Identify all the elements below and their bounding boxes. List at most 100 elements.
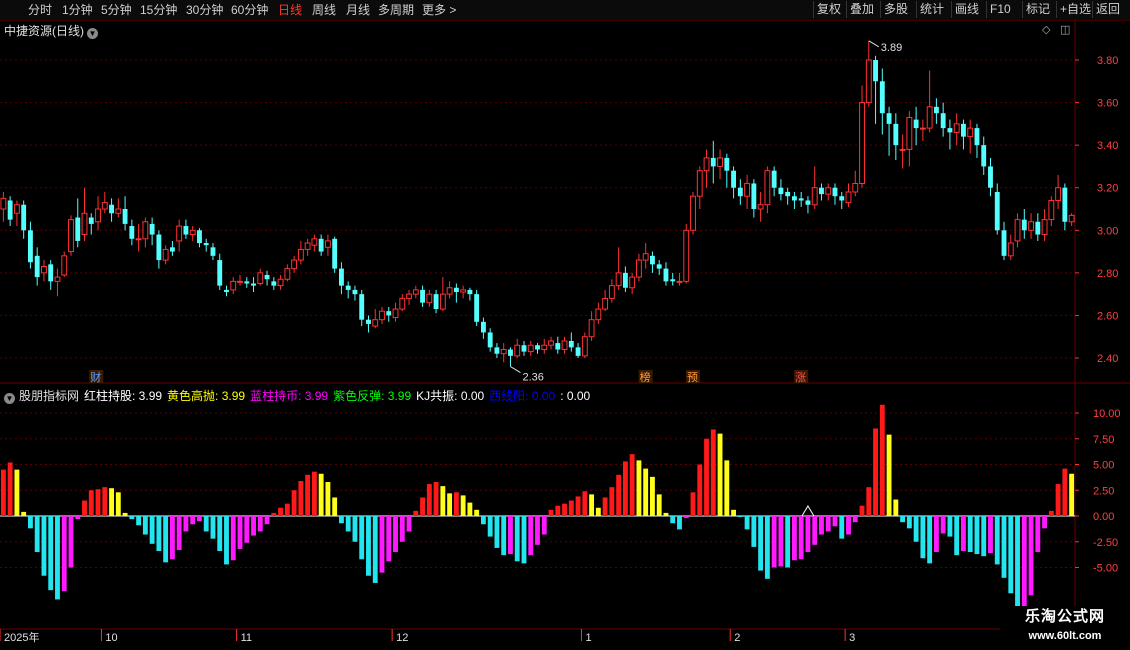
watermark-title: 乐淘公式网 — [1024, 608, 1105, 625]
indicator-bar-106 — [717, 433, 723, 516]
kline-chart[interactable]: 3.803.603.403.203.002.802.602.4010.007.5… — [0, 0, 1130, 650]
candle-body-97 — [656, 264, 662, 269]
candle-body-113 — [764, 170, 771, 206]
candle-body-23 — [156, 234, 162, 261]
price-label-2: 3.40 — [1097, 140, 1118, 152]
indicator-bar-12 — [82, 500, 87, 516]
indicator-bar-158 — [1069, 473, 1075, 516]
candle-body-128 — [865, 59, 872, 104]
candle-body-81 — [548, 340, 554, 346]
ind-label-6: -5.00 — [1093, 563, 1118, 575]
candle-body-107 — [724, 157, 730, 171]
indicator-bar-15 — [102, 487, 108, 516]
candle-body-133 — [899, 148, 906, 151]
candle-body-152 — [1028, 221, 1034, 231]
candle-body-2 — [13, 204, 20, 214]
indicator-bar-96 — [650, 476, 655, 516]
indicator-bar-145 — [981, 516, 987, 557]
indicator-bar-71 — [480, 516, 486, 525]
indicator-bar-28 — [190, 516, 196, 525]
candle-body-33 — [224, 289, 229, 293]
indicator-bar-50 — [338, 516, 344, 524]
candle-body-123 — [832, 187, 838, 197]
ind-label-5: -2.50 — [1093, 537, 1118, 549]
indicator-bar-57 — [386, 516, 392, 562]
indicator-bar-67 — [453, 492, 459, 516]
candle-body-43 — [291, 259, 298, 270]
indicator-bar-152 — [1028, 516, 1034, 596]
candle-body-120 — [811, 187, 818, 206]
indicator-bar-83 — [562, 503, 567, 516]
indicator-bar-126 — [852, 516, 858, 523]
indicator-bar-141 — [954, 516, 960, 556]
indicator-bar-7 — [48, 516, 54, 591]
indicator-bar-53 — [359, 516, 365, 560]
indicator-bar-76 — [514, 516, 520, 562]
indicator-bar-69 — [467, 502, 473, 516]
candle-body-31 — [210, 247, 216, 256]
indicator-bar-46 — [311, 471, 317, 516]
indicator-bar-45 — [305, 474, 311, 516]
candle-body-106 — [717, 157, 723, 167]
indicator-bar-128 — [866, 487, 872, 516]
indicator-bar-113 — [764, 516, 770, 579]
candle-body-121 — [819, 187, 824, 195]
candle-body-37 — [251, 283, 256, 286]
candle-body-115 — [778, 187, 784, 195]
indicator-bar-156 — [1055, 484, 1061, 516]
candle-body-44 — [297, 248, 304, 261]
indicator-bar-79 — [535, 516, 540, 545]
candle-body-110 — [744, 182, 751, 197]
candle-body-32 — [217, 260, 223, 286]
indicator-bar-82 — [555, 505, 561, 516]
candle-body-80 — [541, 344, 548, 350]
candle-body-48 — [324, 240, 331, 248]
indicator-bar-88 — [595, 507, 601, 516]
indicator-bar-92 — [622, 461, 628, 516]
candle-body-91 — [615, 272, 622, 287]
indicator-bar-36 — [244, 516, 250, 543]
candle-body-72 — [487, 332, 493, 348]
candle-body-17 — [115, 208, 122, 214]
candle-body-154 — [1041, 219, 1048, 236]
indicator-bar-41 — [278, 507, 284, 516]
candle-body-82 — [555, 343, 561, 350]
event-tag-0: 财 — [90, 370, 101, 384]
indicator-bar-6 — [41, 516, 47, 576]
indicator-bar-94 — [636, 460, 642, 516]
candle-body-89 — [602, 297, 609, 310]
candle-body-4 — [27, 230, 33, 263]
candle-body-66 — [446, 287, 453, 295]
candle-body-130 — [879, 81, 885, 114]
candle-body-79 — [535, 345, 540, 350]
candle-body-11 — [75, 217, 81, 241]
date-label-3: 12 — [396, 632, 408, 644]
indicator-bar-103 — [697, 464, 703, 516]
candle-body-67 — [453, 287, 459, 293]
indicator-bar-66 — [447, 493, 453, 516]
candle-body-68 — [460, 289, 467, 293]
indicator-bar-98 — [663, 512, 669, 516]
candle-body-5 — [34, 255, 40, 278]
indicator-bar-102 — [690, 492, 696, 516]
price-label-3: 3.20 — [1097, 183, 1118, 195]
candle-body-74 — [500, 348, 507, 355]
candle-body-78 — [527, 344, 534, 353]
indicator-bar-89 — [602, 497, 608, 516]
indicator-bar-129 — [873, 428, 878, 516]
date-label-0: 2025年 — [4, 630, 39, 644]
candle-body-27 — [183, 226, 189, 235]
candle-body-1 — [7, 200, 13, 220]
indicator-bar-117 — [791, 516, 797, 561]
candle-body-146 — [988, 166, 993, 188]
candle-body-101 — [683, 229, 690, 282]
candle-body-117 — [791, 196, 797, 201]
indicator-bar-32 — [217, 516, 223, 552]
indicator-bar-43 — [291, 490, 297, 516]
indicator-bar-47 — [318, 473, 324, 516]
candle-body-104 — [703, 157, 710, 172]
indicator-bar-23 — [156, 516, 162, 552]
candle-body-122 — [825, 187, 832, 195]
indicator-bar-39 — [264, 516, 270, 525]
candle-body-3 — [21, 204, 27, 231]
